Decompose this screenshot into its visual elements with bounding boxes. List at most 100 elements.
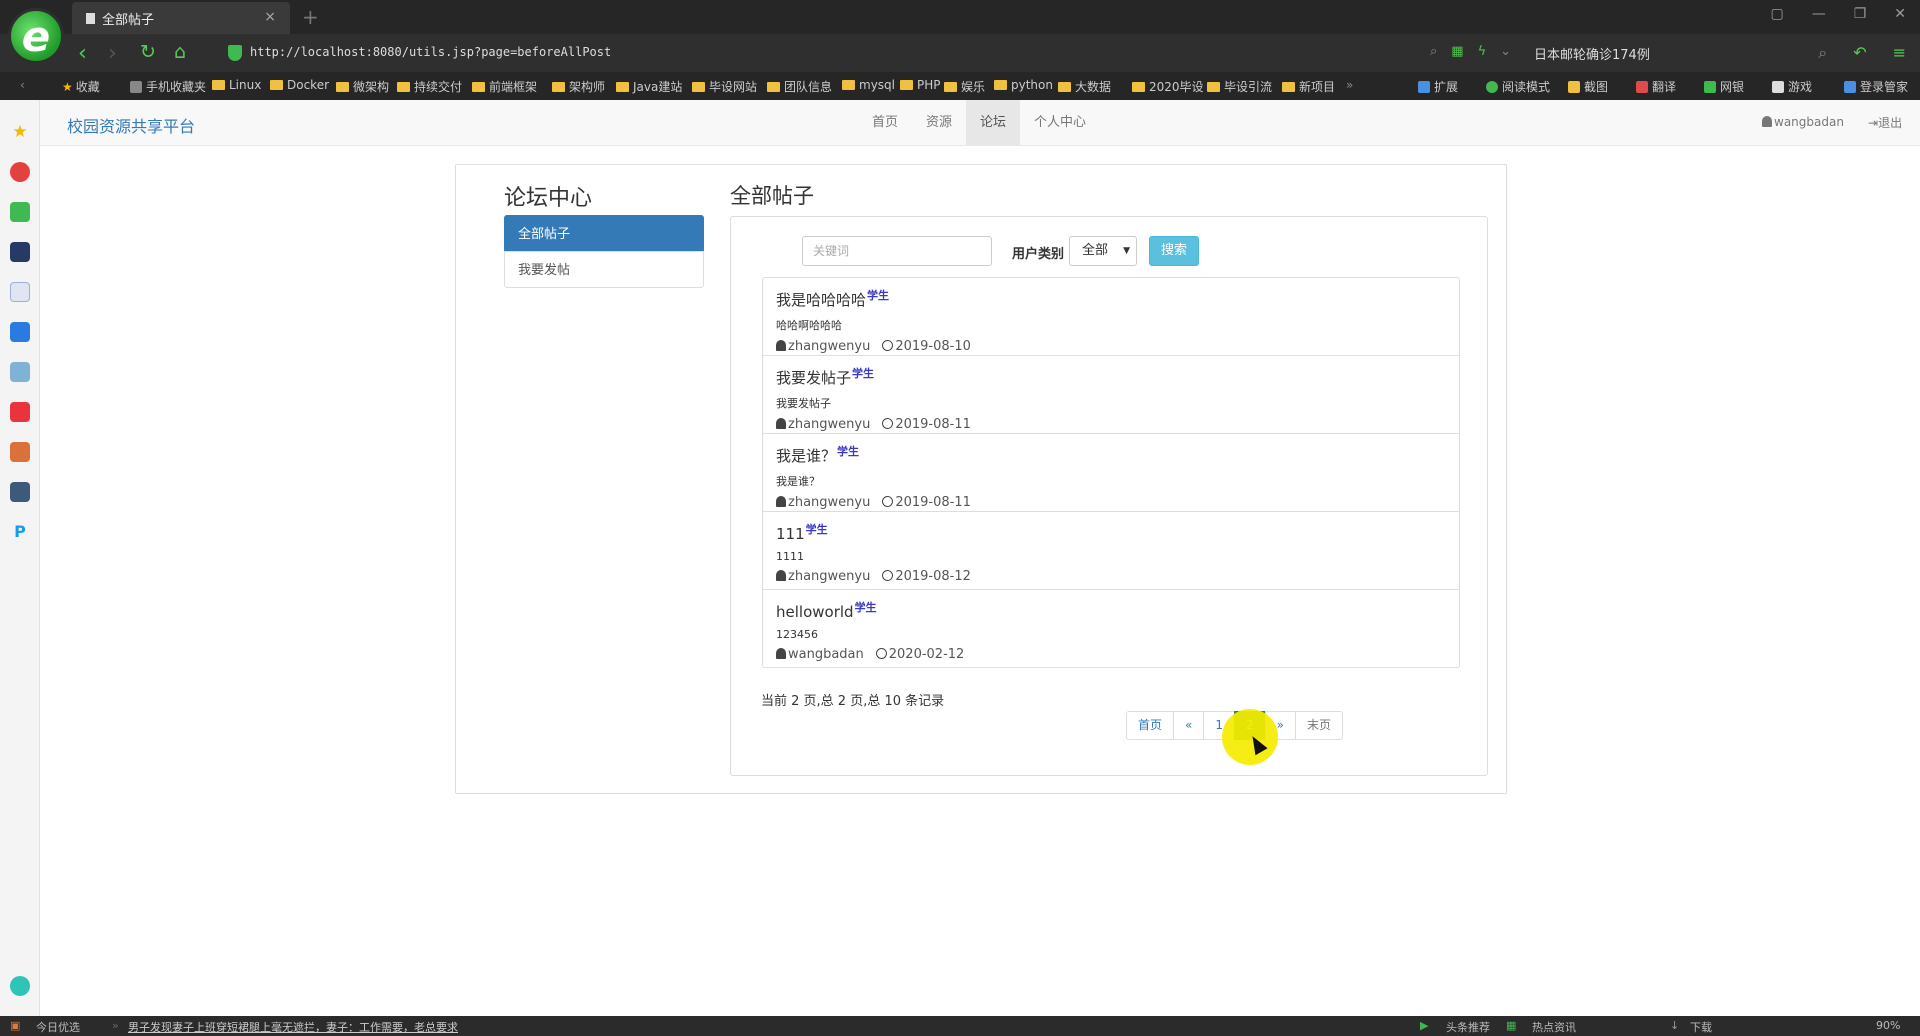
bookmark-folder[interactable]: 毕设引流	[1207, 78, 1272, 95]
bookmark-folder[interactable]: 架构师	[552, 78, 605, 95]
post-item[interactable]: helloworld学生 123456 wangbadan 2020-02-12	[762, 589, 1460, 668]
toolbar-games[interactable]: 游戏	[1772, 78, 1812, 95]
post-content: 123456	[776, 628, 818, 641]
lightning-icon[interactable]: ϟ	[1478, 44, 1487, 59]
bookmark-folder[interactable]: Linux	[212, 78, 261, 92]
favorites-star-icon[interactable]: ★	[10, 122, 30, 142]
nav-profile[interactable]: 个人中心	[1020, 100, 1100, 145]
post-title[interactable]: 我是谁？	[776, 447, 836, 465]
document-icon[interactable]	[10, 282, 30, 302]
nav-home[interactable]: 首页	[858, 100, 912, 145]
restore-icon[interactable]: ❐	[1854, 6, 1867, 22]
status-daily-picks[interactable]: 今日优选	[36, 1019, 80, 1035]
search-icon[interactable]: ⌕	[1818, 43, 1827, 63]
bookmark-folder[interactable]: 毕设网站	[692, 78, 757, 95]
tab-title: 全部帖子	[102, 12, 155, 28]
user-link[interactable]: wangbadan	[1762, 115, 1844, 129]
bookmark-folder[interactable]: mysql	[842, 78, 895, 92]
play-icon[interactable]: ▶	[1420, 1019, 1428, 1032]
bookmark-folder[interactable]: python	[994, 78, 1053, 92]
p-app-icon[interactable]: P	[10, 522, 30, 542]
bookmark-item[interactable]: ★ 收藏	[62, 78, 100, 95]
close-tab-icon[interactable]: ×	[264, 9, 276, 25]
bookmark-folder[interactable]: 前端框架	[472, 78, 537, 95]
url-field[interactable]: http://localhost:8080/utils.jsp?page=bef…	[250, 45, 611, 59]
toolbar-extensions[interactable]: 扩展	[1418, 78, 1458, 95]
undo-icon[interactable]: ↶	[1853, 43, 1866, 63]
status-zoom[interactable]: 90%	[1876, 1019, 1900, 1032]
game-app-icon[interactable]	[10, 362, 30, 382]
toolbar-translate[interactable]: 翻译	[1636, 78, 1676, 95]
bookmark-folder[interactable]: 新项目	[1282, 78, 1335, 95]
site-brand[interactable]: 校园资源共享平台	[67, 113, 195, 137]
keyword-search-input[interactable]	[802, 236, 992, 266]
post-title[interactable]: 我是哈哈哈哈	[776, 291, 866, 309]
bookmark-item[interactable]: 手机收藏夹	[130, 78, 206, 95]
bookmark-folder[interactable]: Java建站	[616, 78, 682, 95]
pagination-last[interactable]: 末页	[1294, 711, 1343, 740]
mail-icon[interactable]	[10, 202, 30, 222]
add-app-icon[interactable]	[10, 976, 30, 996]
bookmark-folder[interactable]: 2020毕设	[1132, 78, 1204, 95]
logout-icon: ⇥	[1868, 116, 1879, 130]
logout-link[interactable]: ⇥退出	[1868, 114, 1902, 131]
toolbar-screenshot[interactable]: 截图	[1568, 78, 1608, 95]
menu-all-posts[interactable]: 全部帖子	[504, 215, 704, 252]
minimize-icon[interactable]: —	[1812, 6, 1826, 22]
bookmark-folder[interactable]: Docker	[270, 78, 329, 92]
game-app-icon[interactable]	[10, 442, 30, 462]
post-item[interactable]: 111学生 1111 zhangwenyu 2019-08-12	[762, 511, 1460, 590]
new-tab-button[interactable]: +	[302, 5, 319, 29]
skin-icon[interactable]: ▢	[1770, 6, 1783, 22]
gift-icon[interactable]: ▣	[10, 1019, 20, 1032]
bookmark-folder[interactable]: 团队信息	[767, 78, 832, 95]
chevron-left-icon[interactable]: ‹	[20, 78, 25, 92]
chevron-double-right-icon[interactable]: »	[1346, 78, 1353, 92]
hot-search-text[interactable]: 日本邮轮确诊174例	[1534, 44, 1650, 63]
search-button[interactable]: 搜索	[1149, 236, 1199, 266]
bookmark-folder[interactable]: PHP	[900, 78, 941, 92]
refresh-icon[interactable]: ↻	[140, 41, 156, 63]
status-download[interactable]: 下载	[1690, 1019, 1712, 1035]
game-app-icon[interactable]	[10, 482, 30, 502]
menu-new-post[interactable]: 我要发帖	[504, 251, 704, 288]
forum-side-menu: 全部帖子 我要发帖	[504, 215, 704, 288]
bookmark-folder[interactable]: 持续交付	[397, 78, 462, 95]
post-title[interactable]: 111	[776, 525, 805, 543]
nav-forum[interactable]: 论坛	[966, 100, 1021, 145]
post-item[interactable]: 我是谁？学生 我是谁？ zhangwenyu 2019-08-11	[762, 433, 1460, 512]
chat-icon[interactable]	[10, 322, 30, 342]
bookmark-folder[interactable]: 微架构	[336, 78, 389, 95]
browser-tab[interactable]: 全部帖子 ×	[72, 2, 290, 34]
menu-icon[interactable]: ≡	[1893, 43, 1906, 63]
download-icon[interactable]: ↓	[1670, 1019, 1679, 1032]
home-icon[interactable]: ⌂	[174, 41, 186, 63]
chevron-down-icon[interactable]: ⌄	[1500, 44, 1511, 59]
qr-icon[interactable]: ▦	[1451, 44, 1463, 59]
weibo-icon[interactable]	[10, 162, 30, 182]
nav-resources[interactable]: 资源	[912, 100, 966, 145]
status-headline-recommend[interactable]: 头条推荐	[1446, 1019, 1490, 1035]
forward-icon[interactable]: ›	[108, 41, 117, 66]
hot-news-icon[interactable]: ▦	[1506, 1019, 1516, 1032]
toolbar-reader-mode[interactable]: 阅读模式	[1486, 78, 1550, 95]
toolbar-login-manager[interactable]: 登录管家	[1844, 78, 1908, 95]
pagination-first[interactable]: 首页	[1126, 711, 1175, 740]
bookmark-folder[interactable]: 大数据	[1058, 78, 1111, 95]
close-window-icon[interactable]: ✕	[1894, 6, 1906, 22]
post-title[interactable]: 我要发帖子	[776, 369, 851, 387]
toolbar-netbank[interactable]: 网银	[1704, 78, 1744, 95]
shopping-icon[interactable]	[10, 402, 30, 422]
bookmark-folder[interactable]: 娱乐	[944, 78, 985, 95]
post-title[interactable]: helloworld	[776, 603, 854, 621]
status-hot-news[interactable]: 热点资讯	[1532, 1019, 1576, 1035]
status-news-ticker[interactable]: 男子发现妻子上班穿短裙腿上毫无遮拦，妻子：工作需要，老总要求	[128, 1019, 458, 1035]
pagination-prev[interactable]: «	[1173, 711, 1205, 740]
post-item[interactable]: 我要发帖子学生 我要发帖子 zhangwenyu 2019-08-11	[762, 355, 1460, 434]
news-icon[interactable]	[10, 242, 30, 262]
post-item[interactable]: 我是哈哈哈哈学生 哈哈啊哈哈哈 zhangwenyu 2019-08-10	[762, 277, 1460, 356]
user-type-select[interactable]: 全部 ▼	[1069, 236, 1137, 266]
back-icon[interactable]: ‹	[78, 41, 87, 66]
search-icon[interactable]: ⌕	[1430, 44, 1437, 59]
post-author: zhangwenyu	[788, 569, 871, 584]
